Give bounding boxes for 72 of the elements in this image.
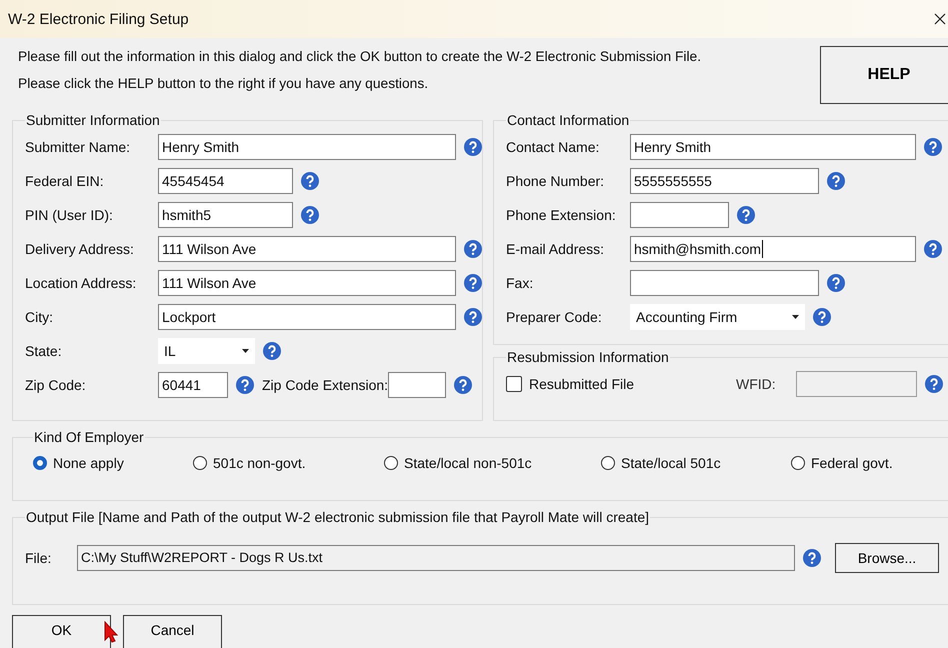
help-icon[interactable] xyxy=(454,376,472,394)
input-field[interactable]: Lockport xyxy=(158,304,456,330)
help-icon[interactable] xyxy=(827,172,845,190)
file-path-field[interactable]: C:\My Stuff\W2REPORT - Dogs R Us.txt xyxy=(77,545,795,571)
radio-option[interactable]: State/local non-501c xyxy=(384,455,601,471)
input-field[interactable]: 5555555555 xyxy=(630,168,819,194)
help-icon[interactable] xyxy=(803,549,821,567)
caret-icon xyxy=(242,349,249,353)
help-icon[interactable] xyxy=(263,342,281,360)
help-icon[interactable] xyxy=(464,138,482,156)
field-label: Federal EIN: xyxy=(25,173,105,189)
radio-option[interactable]: Federal govt. xyxy=(791,455,948,471)
input-field[interactable]: hsmith@hsmith.com xyxy=(630,236,916,262)
input-field[interactable]: 111 Wilson Ave xyxy=(158,270,456,296)
dropdown[interactable]: Accounting Firm xyxy=(630,304,805,330)
field-label: Phone Number: xyxy=(506,173,606,189)
help-button[interactable]: HELP xyxy=(820,46,948,104)
field-label: Phone Extension: xyxy=(506,207,617,223)
instruction-text: Please click the HELP button to the right if you have any questions. xyxy=(18,75,430,92)
field-label: File: xyxy=(25,550,52,566)
resubmitted-checkbox[interactable]: Resubmitted File xyxy=(506,376,736,392)
field-label: Contact Name: xyxy=(506,139,600,155)
field-label: City: xyxy=(25,309,54,325)
help-icon[interactable] xyxy=(827,274,845,292)
help-icon[interactable] xyxy=(301,172,319,190)
input-field[interactable]: 60441 xyxy=(158,372,228,398)
field-label: Zip Code Extension: xyxy=(262,377,388,393)
instruction-text: Please fill out the information in this dialog and click the OK button to create the W-2 Electronic Submission File. xyxy=(18,48,702,65)
help-icon[interactable] xyxy=(925,375,943,393)
field-label: Zip Code: xyxy=(25,377,87,393)
radio-option[interactable]: None apply xyxy=(33,455,193,471)
help-icon[interactable] xyxy=(813,308,831,326)
group-title: Output File [Name and Path of the output W-2 electronic submission file that Payroll Mate will create] xyxy=(25,509,650,525)
help-icon[interactable] xyxy=(924,240,942,258)
input-field[interactable]: Henry Smith xyxy=(158,134,456,160)
field-label: WFID: xyxy=(736,376,777,392)
input-field[interactable]: Henry Smith xyxy=(630,134,916,160)
help-icon[interactable] xyxy=(924,138,942,156)
field-label: PIN (User ID): xyxy=(25,207,114,223)
input-field[interactable] xyxy=(630,270,819,296)
field-label: Fax: xyxy=(506,275,534,291)
group-title: Kind Of Employer xyxy=(33,429,145,445)
radio-option[interactable]: 501c non-govt. xyxy=(193,455,384,471)
help-icon[interactable] xyxy=(236,376,254,394)
input-field[interactable]: 45545454 xyxy=(158,168,293,194)
input-field[interactable] xyxy=(630,202,729,228)
group-title: Submitter Information xyxy=(25,112,161,128)
field-label: Preparer Code: xyxy=(506,309,603,325)
help-icon[interactable] xyxy=(464,274,482,292)
field-label: Delivery Address: xyxy=(25,241,135,257)
group-title: Contact Information xyxy=(506,112,630,128)
window-title: W-2 Electronic Filing Setup xyxy=(8,10,189,28)
input-field[interactable]: hsmith5 xyxy=(158,202,293,228)
ok-button[interactable]: OK xyxy=(12,615,111,648)
help-icon[interactable] xyxy=(301,206,319,224)
browse-button[interactable]: Browse... xyxy=(835,543,939,573)
help-icon[interactable] xyxy=(737,206,755,224)
group-title: Resubmission Information xyxy=(506,349,670,365)
field-label: E-mail Address: xyxy=(506,241,606,257)
field-label: Submitter Name: xyxy=(25,139,132,155)
dropdown[interactable]: IL xyxy=(158,338,255,364)
field-label: State: xyxy=(25,343,63,359)
pointer-icon xyxy=(104,621,118,643)
caret-icon xyxy=(792,315,799,319)
cancel-button[interactable]: Cancel xyxy=(123,615,222,648)
radio-option[interactable]: State/local 501c xyxy=(601,455,791,471)
close-icon[interactable] xyxy=(934,13,946,25)
field-label: Location Address: xyxy=(25,275,138,291)
input-field[interactable] xyxy=(388,372,446,398)
help-icon[interactable] xyxy=(464,240,482,258)
input-field[interactable]: 111 Wilson Ave xyxy=(158,236,456,262)
help-icon[interactable] xyxy=(464,308,482,326)
